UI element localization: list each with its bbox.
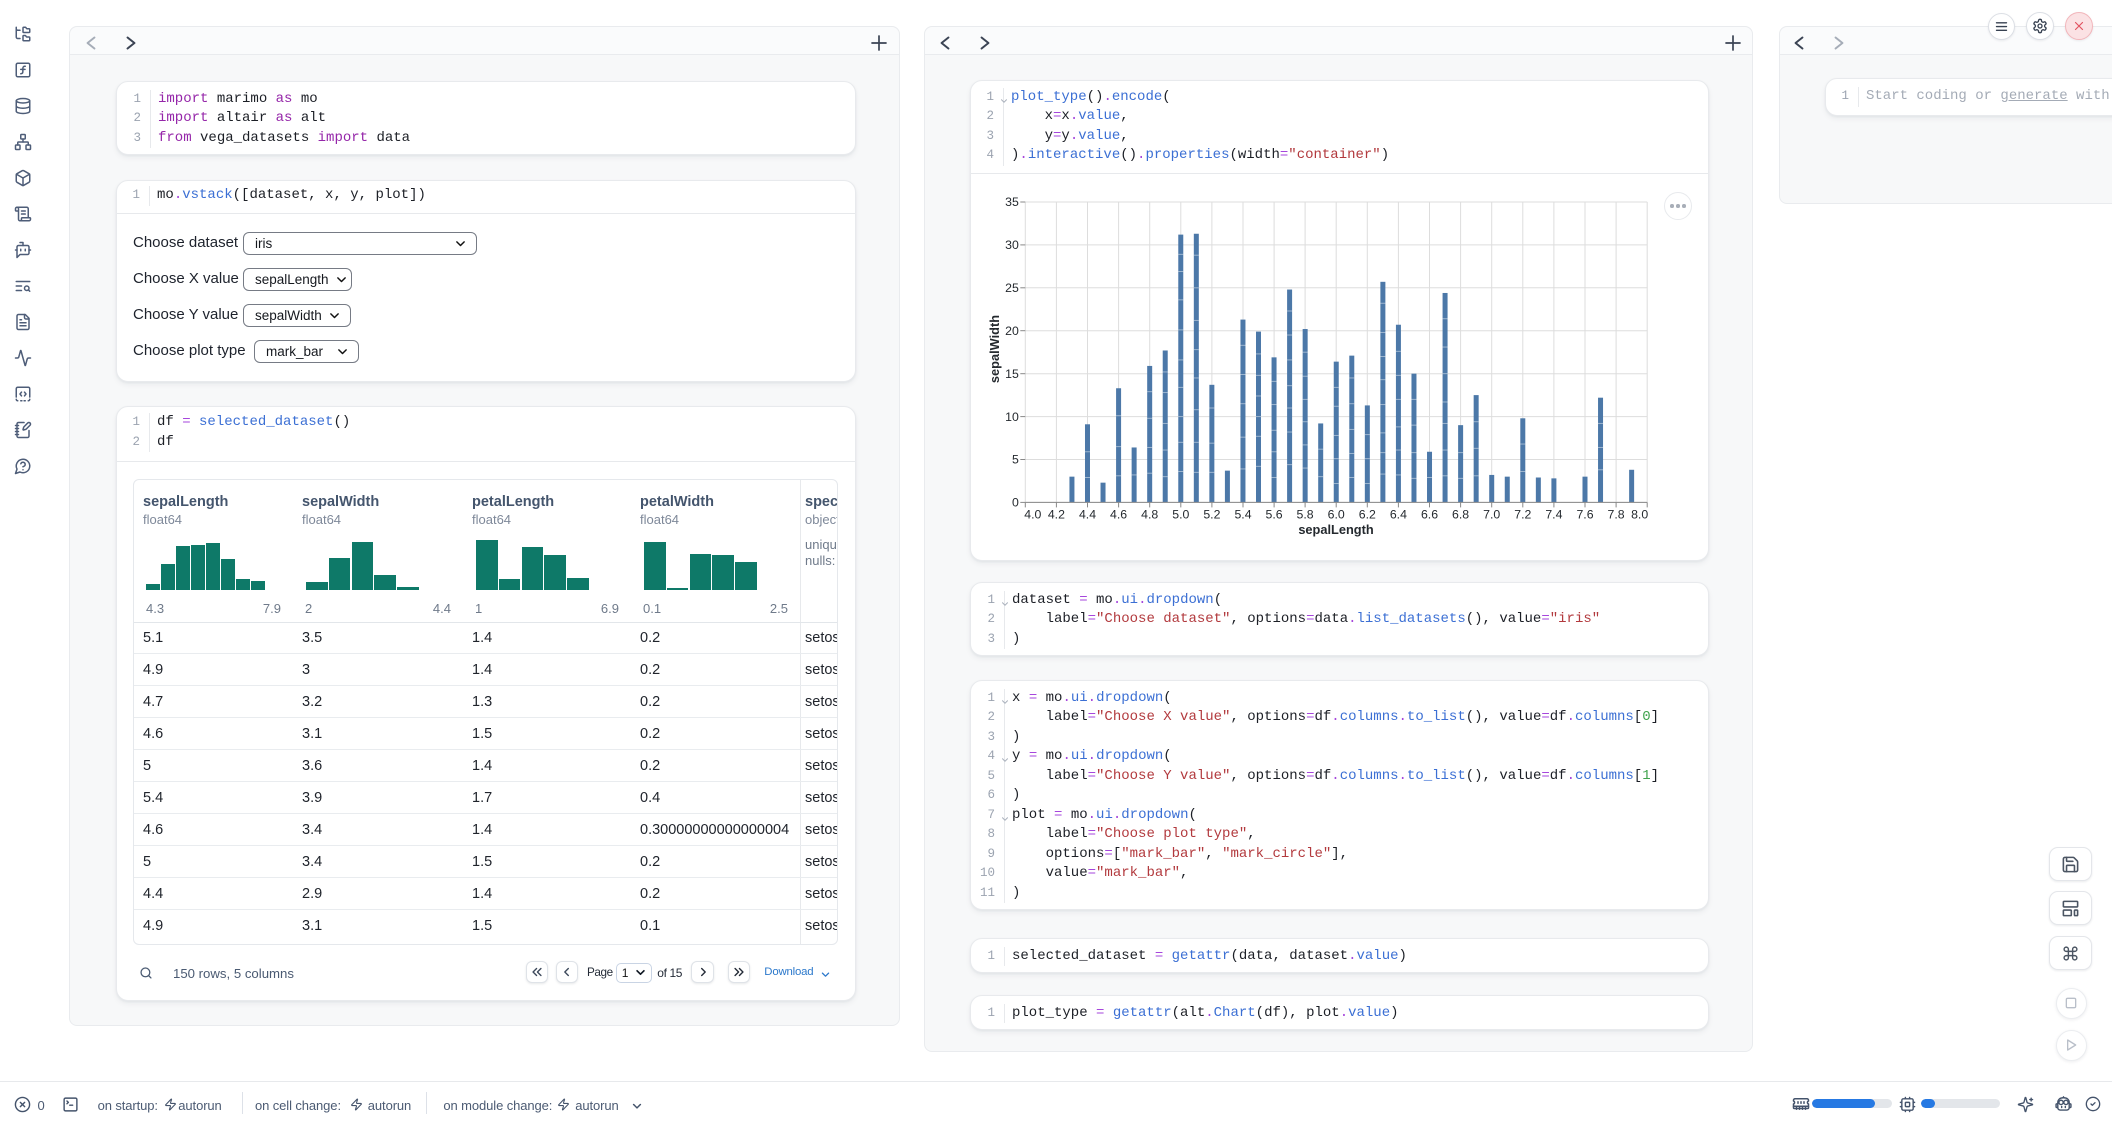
svg-text:5.6: 5.6 bbox=[1266, 507, 1283, 521]
svg-text:35: 35 bbox=[1005, 195, 1019, 209]
svg-text:6.0: 6.0 bbox=[1328, 507, 1345, 521]
svg-text:30: 30 bbox=[1005, 238, 1019, 252]
svg-text:7.0: 7.0 bbox=[1483, 507, 1500, 521]
svg-text:5: 5 bbox=[1012, 453, 1019, 467]
svg-text:6.2: 6.2 bbox=[1359, 507, 1376, 521]
svg-text:4.6: 4.6 bbox=[1110, 507, 1127, 521]
svg-text:15: 15 bbox=[1005, 367, 1019, 381]
svg-text:10: 10 bbox=[1005, 410, 1019, 424]
svg-text:5.2: 5.2 bbox=[1203, 507, 1220, 521]
svg-text:7.6: 7.6 bbox=[1576, 507, 1593, 521]
svg-text:8.0: 8.0 bbox=[1631, 507, 1648, 521]
svg-text:4.2: 4.2 bbox=[1048, 507, 1065, 521]
svg-text:4.8: 4.8 bbox=[1141, 507, 1158, 521]
svg-text:4.0: 4.0 bbox=[1024, 507, 1041, 521]
svg-text:20: 20 bbox=[1005, 324, 1019, 338]
svg-text:7.8: 7.8 bbox=[1608, 507, 1625, 521]
svg-text:5.0: 5.0 bbox=[1172, 507, 1189, 521]
svg-text:0: 0 bbox=[1012, 496, 1019, 510]
svg-text:5.8: 5.8 bbox=[1297, 507, 1314, 521]
svg-text:5.4: 5.4 bbox=[1234, 507, 1251, 521]
svg-text:7.4: 7.4 bbox=[1545, 507, 1562, 521]
svg-text:7.2: 7.2 bbox=[1514, 507, 1531, 521]
svg-text:6.4: 6.4 bbox=[1390, 507, 1407, 521]
svg-text:6.6: 6.6 bbox=[1421, 507, 1438, 521]
svg-text:sepalLength: sepalLength bbox=[1298, 522, 1374, 537]
svg-text:4.4: 4.4 bbox=[1079, 507, 1096, 521]
svg-text:6.8: 6.8 bbox=[1452, 507, 1469, 521]
svg-text:25: 25 bbox=[1005, 281, 1019, 295]
svg-text:sepalWidth: sepalWidth bbox=[987, 315, 1002, 383]
